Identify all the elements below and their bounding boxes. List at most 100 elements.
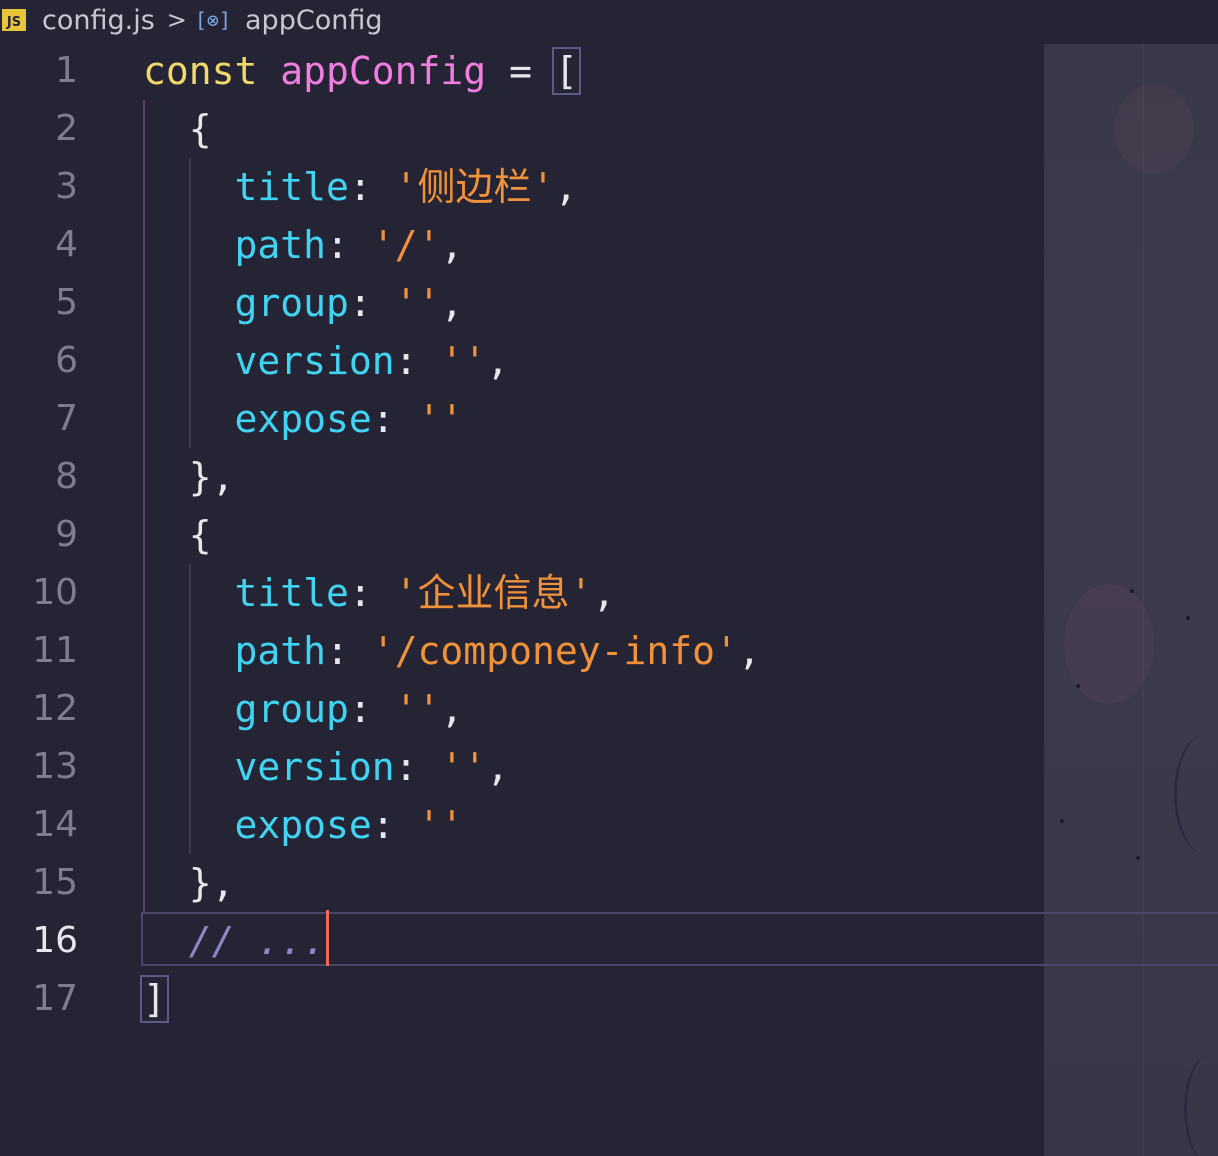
line-number: 7 — [55, 398, 78, 439]
line-number: 10 — [32, 572, 78, 613]
code-token-prop: version — [234, 339, 395, 383]
code-token-str: '/' — [371, 223, 441, 267]
code-line[interactable]: 4 path: '/', — [0, 216, 1218, 274]
matched-bracket: ] — [140, 975, 169, 1023]
indent-guide-inner — [189, 564, 191, 854]
code-token-punc: : — [326, 629, 372, 673]
code-token-punc: , — [440, 687, 464, 731]
code-line[interactable]: 17] — [0, 970, 1218, 1028]
indent-guide-outer — [143, 100, 145, 912]
line-number: 4 — [55, 224, 78, 265]
code-token-punc: : — [371, 803, 418, 847]
code-token-prop: title — [234, 165, 349, 209]
breadcrumb: JS config.js > [⊗] appConfig — [0, 0, 382, 40]
line-content: path: '/', — [143, 216, 464, 274]
text-cursor — [326, 910, 330, 966]
code-token-punc — [143, 919, 189, 963]
line-number: 8 — [55, 456, 78, 497]
line-content: }, — [143, 448, 235, 506]
code-line[interactable]: 5 group: '', — [0, 274, 1218, 332]
code-token-str: '企业信息' — [394, 571, 593, 615]
line-content: title: '侧边栏', — [143, 158, 578, 216]
code-token-punc: , — [440, 281, 464, 325]
code-token-prop: path — [234, 223, 327, 267]
code-token-punc: = — [486, 49, 555, 93]
code-line[interactable]: 11 path: '/componey-info', — [0, 622, 1218, 680]
code-area[interactable]: 1 const appConfig = [2 {3 title: '侧边栏', 4 … — [0, 42, 1218, 1028]
line-number: 2 — [55, 108, 78, 149]
code-token-punc — [257, 49, 280, 93]
line-number: 16 — [32, 920, 78, 961]
code-token-prop: title — [234, 571, 349, 615]
line-number: 9 — [55, 514, 78, 555]
line-content: group: '', — [143, 274, 464, 332]
code-line[interactable]: 6 version: '', — [0, 332, 1218, 390]
code-line[interactable]: 1 const appConfig = [ — [0, 42, 1218, 100]
code-token-punc: : — [394, 339, 441, 383]
line-content: title: '企业信息', — [143, 564, 616, 622]
code-token-punc: : — [326, 223, 372, 267]
line-content: const appConfig = [ — [143, 42, 581, 100]
code-token-prop: path — [234, 629, 327, 673]
code-token-prop: expose — [234, 803, 372, 847]
line-content: }, — [143, 854, 235, 912]
code-token-var: appConfig — [280, 49, 487, 93]
line-number: 14 — [32, 804, 78, 845]
variable-symbol-icon: [⊗] — [194, 8, 232, 32]
line-content: // ... — [143, 910, 330, 970]
code-line[interactable]: 9 { — [0, 506, 1218, 564]
code-token-str: '' — [440, 339, 487, 383]
code-token-str: '' — [440, 745, 487, 789]
breadcrumb-file[interactable]: config.js — [42, 5, 155, 36]
code-line[interactable]: 10 title: '企业信息', — [0, 564, 1218, 622]
code-line[interactable]: 14 expose: '' — [0, 796, 1218, 854]
code-token-punc: , — [592, 571, 616, 615]
code-token-punc: , — [440, 223, 464, 267]
code-editor[interactable]: JS config.js > [⊗] appConfig 1 const appC… — [0, 0, 1218, 1156]
code-token-str: '' — [417, 803, 464, 847]
line-number: 1 — [55, 50, 78, 91]
code-token-prop: group — [234, 687, 349, 731]
code-token-prop: version — [234, 745, 395, 789]
code-line[interactable]: 13 version: '', — [0, 738, 1218, 796]
line-number: 5 — [55, 282, 78, 323]
code-token-str: '/componey-info' — [371, 629, 738, 673]
line-content: expose: '' — [143, 796, 464, 854]
code-token-str: '' — [417, 397, 464, 441]
code-line[interactable]: 2 { — [0, 100, 1218, 158]
line-content: path: '/componey-info', — [143, 622, 761, 680]
code-token-punc: , — [737, 629, 761, 673]
line-number: 17 — [32, 978, 78, 1019]
code-token-punc: { — [143, 107, 212, 151]
line-number: 11 — [32, 630, 78, 671]
line-content: group: '', — [143, 680, 464, 738]
code-line[interactable]: 12 group: '', — [0, 680, 1218, 738]
code-token-str: '' — [394, 687, 441, 731]
code-line[interactable]: 8 }, — [0, 448, 1218, 506]
code-token-punc: , — [554, 165, 578, 209]
indent-guide-inner — [189, 158, 191, 448]
code-token-punc: }, — [143, 861, 235, 905]
code-token-str: '' — [394, 281, 441, 325]
line-number: 13 — [32, 746, 78, 787]
chevron-right-icon: > — [166, 6, 187, 34]
code-line[interactable]: 7 expose: '' — [0, 390, 1218, 448]
line-number: 6 — [55, 340, 78, 381]
code-line[interactable]: 3 title: '侧边栏', — [0, 158, 1218, 216]
code-line[interactable]: 16 // ... — [0, 910, 1218, 970]
code-token-punc: { — [143, 513, 212, 557]
code-token-prop: group — [234, 281, 349, 325]
code-token-str: '侧边栏' — [394, 165, 555, 209]
line-content: expose: '' — [143, 390, 464, 448]
line-number: 12 — [32, 688, 78, 729]
code-token-punc: , — [486, 745, 510, 789]
code-token-cmt: // ... — [188, 919, 327, 963]
line-number: 15 — [32, 862, 78, 903]
code-token-punc: : — [371, 397, 418, 441]
line-content: version: '', — [143, 738, 510, 796]
code-line[interactable]: 15 }, — [0, 854, 1218, 912]
line-content: ] — [140, 970, 169, 1028]
breadcrumb-symbol[interactable]: appConfig — [245, 5, 382, 36]
code-token-punc: : — [394, 745, 441, 789]
code-token-punc: : — [348, 687, 395, 731]
